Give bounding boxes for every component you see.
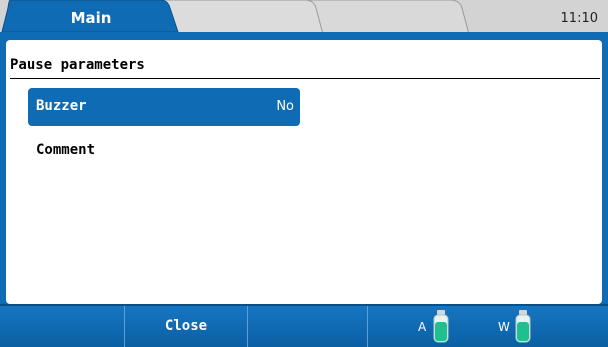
- device-screen: Main 11:10 Pause parameters Buzzer No Co…: [0, 0, 608, 347]
- softkey-label: Close: [164, 318, 208, 334]
- close-button[interactable]: Close: [125, 306, 248, 347]
- pause-parameters-panel: Pause parameters Buzzer No Comment: [6, 40, 602, 304]
- param-row-comment[interactable]: Comment: [28, 132, 300, 170]
- param-value: No: [276, 99, 294, 114]
- param-row-buzzer[interactable]: Buzzer No: [28, 88, 300, 126]
- param-label: Comment: [36, 142, 96, 158]
- param-label: Buzzer: [36, 98, 87, 114]
- bottle-a-icon: [433, 310, 449, 343]
- softkey-bar: Close A W: [0, 304, 608, 347]
- tab-main[interactable]: Main: [18, 7, 164, 29]
- clock: 11:10: [560, 11, 598, 26]
- panel-title: Pause parameters: [10, 57, 145, 73]
- tab-bar: Main 11:10: [0, 0, 608, 38]
- title-divider: [10, 78, 600, 79]
- bottle-a-label: A: [418, 320, 427, 334]
- bottle-w-label: W: [498, 320, 510, 334]
- tab-3[interactable]: [312, 7, 462, 29]
- tab-2[interactable]: [160, 7, 310, 29]
- softkey-3[interactable]: [248, 306, 368, 347]
- softkey-1[interactable]: [0, 306, 125, 347]
- bottle-w-icon: [515, 310, 531, 343]
